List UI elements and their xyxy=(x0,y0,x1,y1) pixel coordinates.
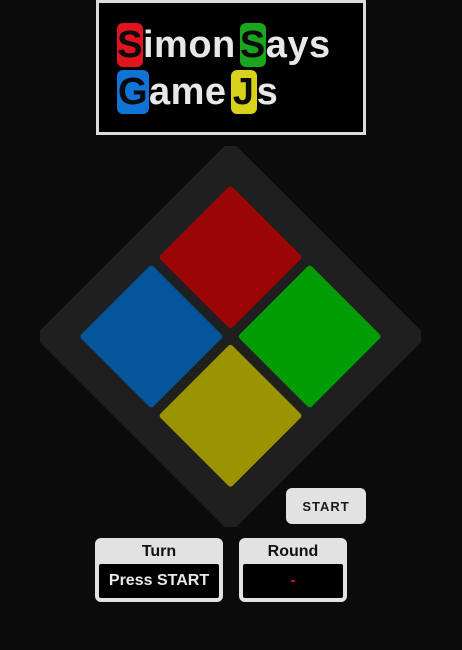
turn-value: Press START xyxy=(99,564,219,598)
title-word-js: Js xyxy=(230,70,279,114)
game-logo: Simon Says Game Js xyxy=(96,0,366,135)
title-word-game: Game xyxy=(117,70,227,114)
title-word-rest: s xyxy=(256,71,279,113)
title-word-says: Says xyxy=(239,23,331,67)
title-word-rest: imon xyxy=(143,24,236,66)
title-line-1: Simon Says xyxy=(117,23,331,67)
round-label: Round xyxy=(267,543,319,560)
start-button[interactable]: START xyxy=(286,488,366,524)
round-value: - xyxy=(243,564,343,598)
turn-panel: Turn Press START xyxy=(95,538,223,602)
title-tile-letter: S xyxy=(239,23,266,67)
game-screen: Simon Says Game Js START Turn Press START … xyxy=(0,0,462,650)
title-word-simon: Simon xyxy=(117,23,236,67)
turn-label: Turn xyxy=(141,543,177,560)
round-panel: Round - xyxy=(239,538,347,602)
simon-board xyxy=(40,146,421,527)
title-tile-letter: J xyxy=(230,70,257,114)
title-word-rest: ame xyxy=(149,71,227,113)
title-line-2: Game Js xyxy=(117,70,278,114)
title-tile-letter: G xyxy=(117,70,149,114)
title-word-rest: ays xyxy=(265,24,331,66)
title-tile-letter: S xyxy=(117,23,143,67)
